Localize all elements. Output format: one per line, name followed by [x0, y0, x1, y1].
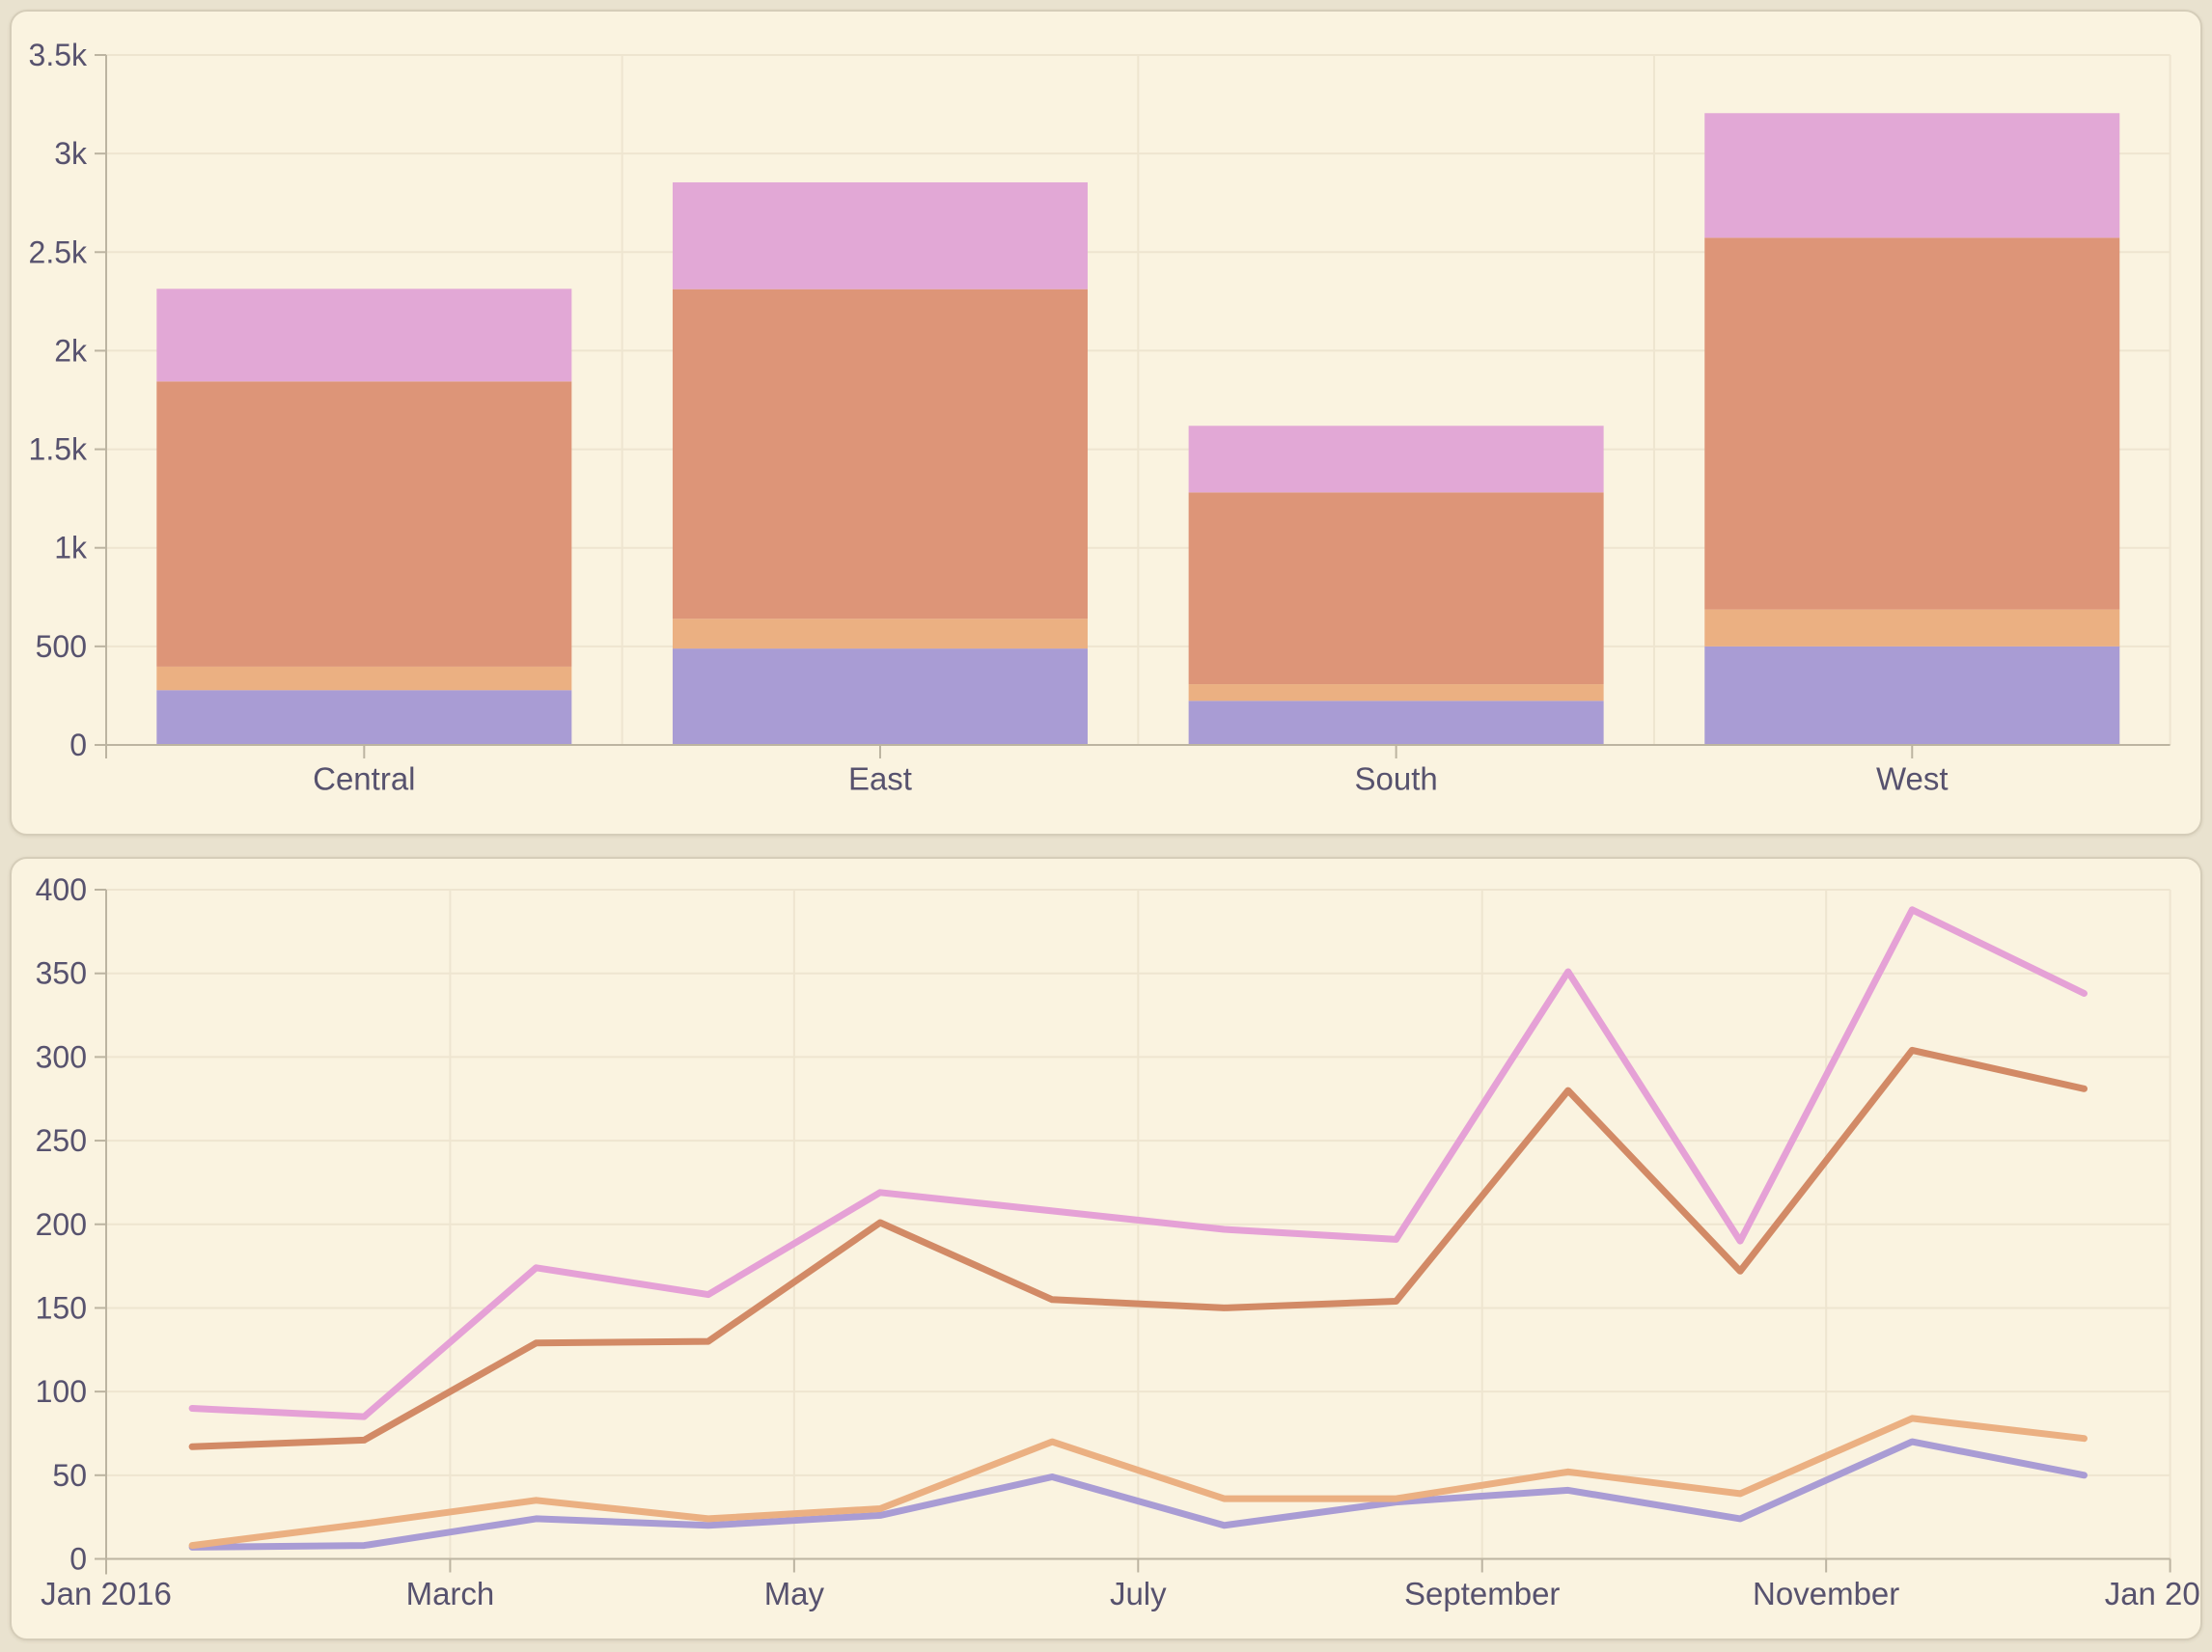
x-tick-label: November: [1753, 1576, 1899, 1611]
bar-segment-salmon-central: [156, 381, 571, 667]
bar-segment-salmon-west: [1704, 237, 2119, 609]
bar-segment-tan-east: [673, 619, 1088, 648]
stacked-bar-chart: 0 500 1k 1.5k 2k 2.5k 3k 3.5k Central East South We…: [12, 12, 2200, 834]
y-tick-label: 2.5k: [29, 234, 88, 269]
bar-segment-tan-central: [156, 667, 571, 690]
y-tick-label: 0: [69, 728, 87, 762]
y-tick-label: 1k: [54, 531, 88, 565]
x-tick-label: Jan 2017: [2105, 1576, 2200, 1611]
stacked-bar-chart-panel: 0 500 1k 1.5k 2k 2.5k 3k 3.5k Central East South We…: [10, 10, 2202, 836]
x-tick-label: March: [406, 1576, 495, 1611]
x-tick-label: May: [764, 1576, 825, 1611]
x-tick-label: Jan 2016: [41, 1576, 172, 1611]
y-tick-label: 150: [36, 1290, 87, 1325]
x-tick-label: July: [1110, 1576, 1167, 1611]
category-label: South: [1355, 761, 1438, 797]
line-chart-grid: [106, 890, 2171, 1559]
y-tick-label: 500: [36, 629, 87, 664]
bar-segment-pink-south: [1189, 426, 1604, 492]
y-tick-label: 400: [36, 872, 87, 907]
bar-segment-salmon-south: [1189, 492, 1604, 684]
category-label: Central: [313, 761, 415, 797]
bar-segment-pink-west: [1704, 113, 2119, 237]
bar-segment-pink-central: [156, 289, 571, 381]
y-tick-label: 2k: [54, 333, 88, 368]
y-tick-label: 0: [69, 1542, 87, 1577]
bar-segment-pink-east: [673, 182, 1088, 289]
bar-segment-purple-east: [673, 648, 1088, 745]
bar-segment-purple-west: [1704, 647, 2119, 745]
y-tick-label: 250: [36, 1123, 87, 1158]
bar-segment-tan-west: [1704, 610, 2119, 647]
bar-segment-purple-south: [1189, 701, 1604, 745]
y-tick-label: 3k: [54, 136, 88, 171]
line-chart: 0 50 100 150 200 250 300 350 400 Jan 2016 March May…: [12, 859, 2200, 1638]
bar-segment-tan-south: [1189, 684, 1604, 701]
x-tick-label: September: [1404, 1576, 1560, 1611]
y-tick-label: 1.5k: [29, 432, 88, 467]
category-label: West: [1876, 761, 1949, 797]
y-tick-label: 300: [36, 1039, 87, 1074]
bar-segment-salmon-east: [673, 289, 1088, 620]
bar-segment-purple-central: [156, 690, 571, 745]
y-tick-label: 100: [36, 1374, 87, 1409]
y-tick-label: 200: [36, 1207, 87, 1242]
category-label: East: [848, 761, 912, 797]
y-tick-label: 50: [52, 1458, 87, 1493]
line-chart-panel: 0 50 100 150 200 250 300 350 400 Jan 2016 March May…: [10, 857, 2202, 1640]
y-tick-label: 3.5k: [29, 38, 88, 72]
y-tick-label: 350: [36, 956, 87, 991]
